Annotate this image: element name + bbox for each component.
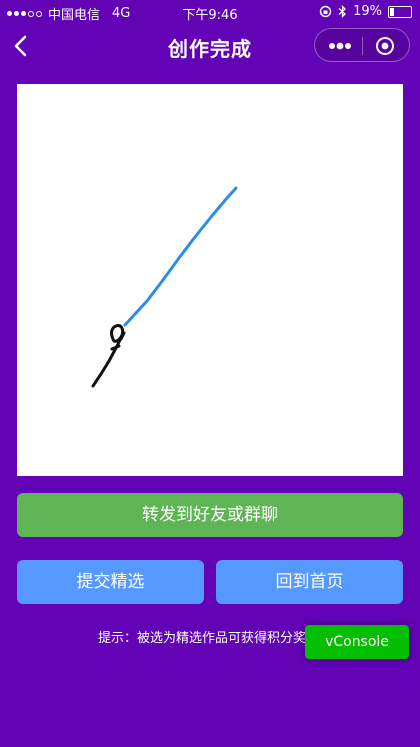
status-right: 19%	[319, 4, 412, 19]
battery-percent: 19%	[353, 4, 382, 19]
tip-text: 提示：被选为精选作品可获得积分奖	[98, 631, 307, 646]
record-icon[interactable]	[375, 36, 395, 56]
bluetooth-icon	[338, 5, 347, 18]
home-button[interactable]: 回到首页	[216, 560, 403, 604]
drawing-strokes	[91, 186, 238, 388]
nav-bar: 创作完成	[0, 24, 420, 68]
status-bar: 中国电信 4G 下午9:46 19%	[0, 0, 420, 24]
vconsole-button[interactable]: vConsole	[305, 625, 409, 659]
capsule-divider	[362, 37, 363, 55]
blue-stroke	[123, 186, 238, 327]
more-icon[interactable]	[328, 39, 352, 53]
battery-icon	[388, 5, 412, 18]
orientation-lock-icon	[319, 5, 332, 18]
menu-capsule	[314, 28, 410, 62]
submit-featured-button[interactable]: 提交精选	[17, 560, 204, 604]
black-stroke	[91, 324, 126, 388]
share-button[interactable]: 转发到好友或群聊	[17, 493, 403, 537]
drawing-canvas[interactable]	[17, 84, 403, 476]
